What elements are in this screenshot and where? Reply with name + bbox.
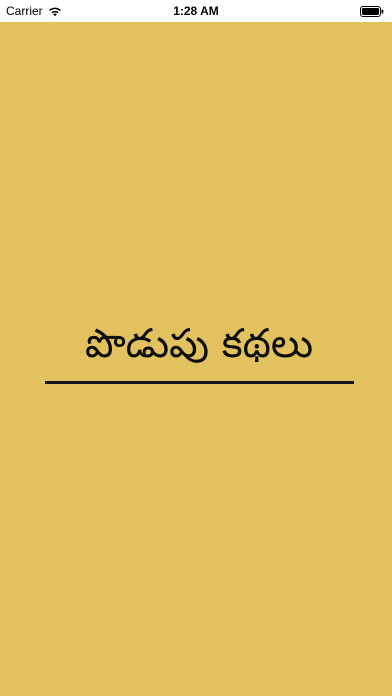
title-underline [45,381,354,384]
battery-icon [360,6,384,17]
app-title: పొడుపు కథలు [84,321,314,367]
status-bar: Carrier 1:28 AM [0,0,392,22]
splash-title-container: పొడుపు కథలు [44,318,354,370]
status-clock: 1:28 AM [173,4,219,18]
